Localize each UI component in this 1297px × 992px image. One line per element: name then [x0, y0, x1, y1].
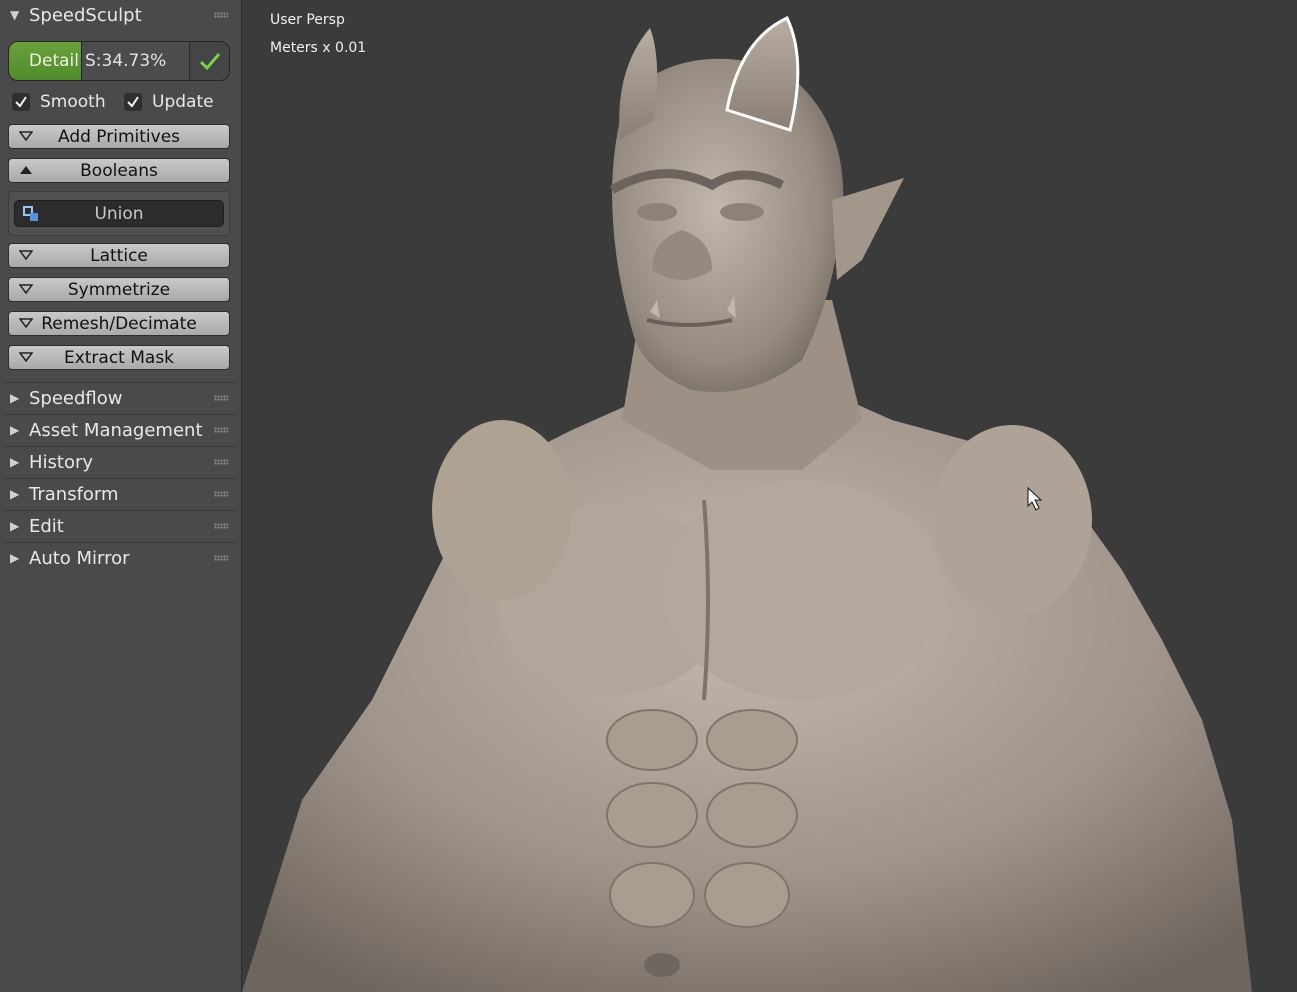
panel-header-history[interactable]: ▶ History — [0, 447, 242, 477]
remesh-decimate-button[interactable]: Remesh/Decimate — [8, 311, 230, 336]
panel-header-asset-management[interactable]: ▶ Asset Management — [0, 415, 242, 445]
symmetrize-label: Symmetrize — [67, 279, 171, 300]
expand-triangle-icon — [19, 284, 33, 295]
expand-triangle-icon — [19, 352, 33, 363]
panel-title: Asset Management — [29, 419, 203, 441]
detail-size-row: Detail S:34.73% — [8, 41, 230, 81]
smooth-label: Smooth — [40, 92, 106, 112]
lattice-label: Lattice — [90, 245, 148, 266]
panel-header-auto-mirror[interactable]: ▶ Auto Mirror — [0, 543, 242, 573]
checkbox-icon — [124, 93, 142, 111]
booleans-button[interactable]: Booleans — [8, 158, 230, 183]
union-label: Union — [94, 203, 144, 224]
booleans-label: Booleans — [80, 160, 158, 181]
expand-triangle-icon: ▶ — [10, 391, 20, 405]
expand-triangle-icon — [19, 131, 33, 142]
drag-grip-icon[interactable] — [214, 459, 228, 465]
expand-triangle-icon: ▶ — [10, 455, 20, 469]
expand-triangle-icon: ▶ — [10, 487, 20, 501]
checkmark-icon — [199, 53, 220, 70]
expand-triangle-icon: ▶ — [10, 551, 20, 565]
remesh-decimate-label: Remesh/Decimate — [41, 313, 197, 334]
expand-triangle-icon: ▶ — [10, 423, 20, 437]
expand-triangle-icon: ▶ — [10, 519, 20, 533]
update-checkbox[interactable]: Update — [124, 90, 214, 114]
drag-grip-icon[interactable] — [214, 491, 228, 497]
units-label: Meters x 0.01 — [270, 40, 367, 56]
drag-grip-icon[interactable] — [214, 395, 228, 401]
drag-grip-icon[interactable] — [214, 523, 228, 529]
panel-title: Auto Mirror — [29, 547, 130, 569]
tool-shelf: ▼ SpeedSculpt Detail S:34.73% Smooth Upd… — [0, 0, 242, 992]
add-primitives-button[interactable]: Add Primitives — [8, 124, 230, 149]
extract-mask-button[interactable]: Extract Mask — [8, 345, 230, 370]
confirm-button[interactable] — [190, 42, 229, 80]
smooth-checkbox[interactable]: Smooth — [12, 90, 106, 114]
drag-grip-icon[interactable] — [214, 427, 228, 433]
drag-grip-icon[interactable] — [214, 555, 228, 561]
drag-grip-icon[interactable] — [214, 12, 228, 18]
collapse-triangle-icon — [20, 166, 32, 174]
add-primitives-label: Add Primitives — [57, 126, 181, 147]
expand-triangle-icon — [19, 318, 33, 329]
sculpt-model — [242, 16, 1252, 992]
detail-size-field[interactable]: S:34.73% — [82, 42, 190, 80]
booleans-section: Union — [8, 191, 230, 236]
panel-title: Edit — [29, 515, 64, 537]
symmetrize-button[interactable]: Symmetrize — [8, 277, 230, 302]
view-mode-label: User Persp — [270, 12, 345, 28]
extract-mask-label: Extract Mask — [63, 347, 175, 368]
union-icon — [23, 206, 38, 221]
panel-header-speedflow[interactable]: ▶ Speedflow — [0, 383, 242, 413]
panel-title: History — [29, 451, 94, 473]
panel-header-speedsculpt[interactable]: ▼ SpeedSculpt — [0, 0, 242, 30]
panel-title: SpeedSculpt — [29, 4, 142, 26]
panel-title: Speedflow — [29, 387, 123, 409]
detail-button[interactable]: Detail — [9, 42, 82, 80]
panel-title: Transform — [29, 483, 119, 505]
panel-header-edit[interactable]: ▶ Edit — [0, 511, 242, 541]
checkbox-icon — [12, 93, 30, 111]
3d-viewport[interactable]: User Persp Meters x 0.01 — [242, 0, 1297, 992]
expand-triangle-icon — [19, 250, 33, 261]
update-label: Update — [152, 92, 214, 112]
lattice-button[interactable]: Lattice — [8, 243, 230, 268]
union-button[interactable]: Union — [14, 200, 224, 227]
panel-header-transform[interactable]: ▶ Transform — [0, 479, 242, 509]
collapse-triangle-icon: ▼ — [10, 8, 20, 22]
